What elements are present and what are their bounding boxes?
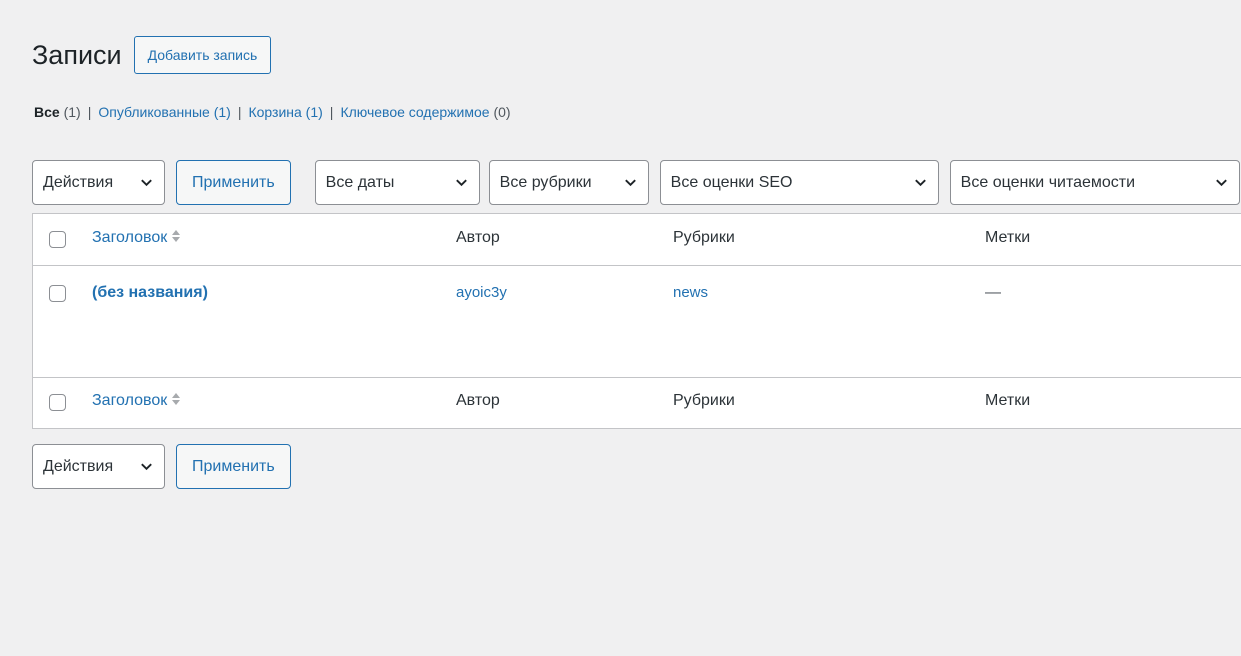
view-separator: | bbox=[329, 104, 334, 120]
bulk-actions-select-bottom[interactable]: Действия bbox=[32, 444, 165, 489]
view-separator: | bbox=[87, 104, 92, 120]
row-checkbox[interactable] bbox=[49, 285, 66, 302]
column-tags-footer: Метки bbox=[985, 392, 1031, 409]
sort-arrows-icon bbox=[172, 393, 181, 405]
post-category-link[interactable]: news bbox=[673, 284, 708, 301]
chevron-down-icon bbox=[1215, 179, 1227, 187]
sort-arrows-icon bbox=[172, 230, 181, 242]
page-title: Записи bbox=[32, 39, 122, 70]
table-footer-row: Заголовок Автор Рубрики Метки bbox=[33, 377, 1241, 428]
tablenav-bottom: Действия Применить bbox=[32, 444, 315, 489]
table-row: (без названия) ayoic3y news — bbox=[33, 265, 1241, 378]
category-filter-select[interactable]: Все рубрики bbox=[488, 160, 649, 205]
table-header-row: Заголовок Автор Рубрики Метки bbox=[33, 214, 1241, 266]
view-trash[interactable]: Корзина (1) bbox=[248, 104, 322, 120]
date-filter-select[interactable]: Все даты bbox=[314, 160, 480, 205]
column-title-sortable[interactable]: Заголовок bbox=[92, 229, 181, 247]
add-new-post-button[interactable]: Добавить запись bbox=[133, 36, 272, 74]
chevron-down-icon bbox=[455, 179, 467, 187]
apply-bulk-action-button[interactable]: Применить bbox=[176, 160, 291, 205]
view-all[interactable]: Все (1) bbox=[34, 104, 81, 120]
select-all-checkbox[interactable] bbox=[49, 231, 66, 248]
apply-bulk-action-button-bottom[interactable]: Применить bbox=[176, 444, 291, 489]
bulk-actions-select[interactable]: Действия bbox=[32, 160, 165, 205]
chevron-down-icon bbox=[624, 179, 636, 187]
chevron-down-icon bbox=[141, 179, 152, 187]
column-tags: Метки bbox=[985, 229, 1031, 246]
chevron-down-icon bbox=[914, 179, 926, 187]
column-categories: Рубрики bbox=[673, 229, 735, 246]
view-cornerstone[interactable]: Ключевое содержимое (0) bbox=[340, 104, 510, 120]
post-status-views: Все (1) | Опубликованные (1) | Корзина (1) | К… bbox=[34, 104, 511, 120]
column-author: Автор bbox=[456, 229, 500, 246]
column-title-sortable-footer[interactable]: Заголовок bbox=[92, 392, 181, 410]
seo-score-filter-select[interactable]: Все оценки SEO bbox=[659, 160, 939, 205]
page-heading: Записи Добавить запись bbox=[32, 36, 272, 74]
view-published[interactable]: Опубликованные (1) bbox=[98, 104, 230, 120]
posts-table: Заголовок Автор Рубрики Метки (без назва… bbox=[32, 213, 1241, 429]
view-separator: | bbox=[237, 104, 242, 120]
select-all-checkbox-footer[interactable] bbox=[49, 394, 66, 411]
column-categories-footer: Рубрики bbox=[673, 392, 735, 409]
column-author-footer: Автор bbox=[456, 392, 500, 409]
readability-score-filter-select[interactable]: Все оценки читаемости bbox=[949, 160, 1240, 205]
post-tags-empty: — bbox=[985, 284, 1001, 301]
chevron-down-icon bbox=[141, 463, 152, 471]
post-title-link[interactable]: (без названия) bbox=[92, 284, 208, 302]
tablenav-top: Действия Применить Все даты Все рубрики … bbox=[32, 160, 1241, 205]
post-author-link[interactable]: ayoic3y bbox=[456, 284, 507, 301]
